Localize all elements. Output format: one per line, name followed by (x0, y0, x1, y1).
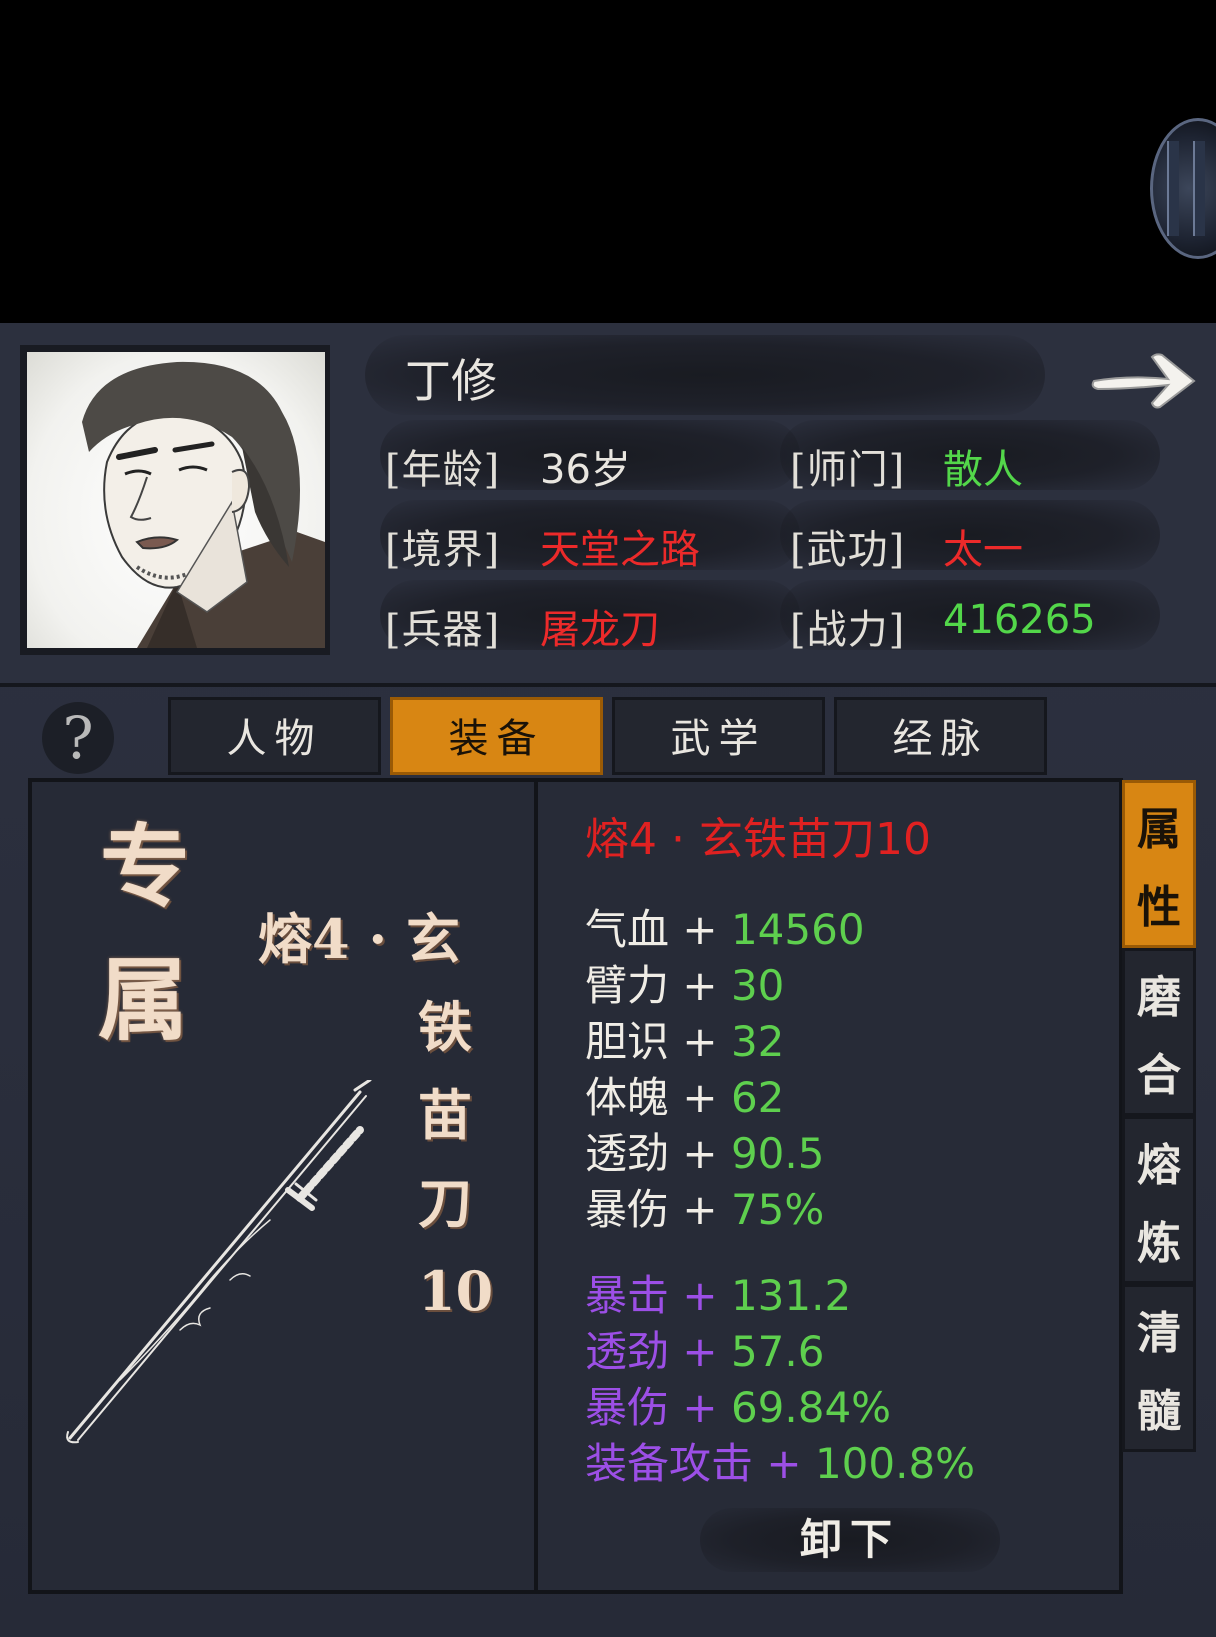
tab-equipment[interactable]: 装备 (390, 697, 603, 775)
side-tab-grinding[interactable]: 磨 合 (1122, 948, 1196, 1116)
tab-character[interactable]: 人物 (168, 697, 381, 775)
item-vertical-name-prefix: 熔4 · 玄 (258, 907, 460, 971)
bonus-stat-row: 暴击 + 131.2 (585, 1262, 851, 1323)
attr-age-label: [年龄] (385, 447, 501, 493)
side-tab-char: 合 (1137, 1050, 1181, 1101)
stat-plus: + (682, 1327, 718, 1376)
stat-name: 暴伤 (585, 1383, 670, 1432)
stat-value: 14560 (730, 905, 865, 954)
side-tab-char: 清 (1137, 1308, 1181, 1359)
base-stat-row: 胆识 + 32 (585, 1008, 784, 1069)
help-icon[interactable]: ? (42, 702, 114, 774)
attr-martial-value: 太一 (943, 527, 1023, 573)
stat-name: 胆识 (585, 1017, 670, 1066)
side-tab-smelting[interactable]: 熔 炼 (1122, 1116, 1196, 1284)
side-tab-char: 磨 (1137, 972, 1181, 1023)
stat-value: 57.6 (730, 1327, 825, 1376)
scroll-item-icon[interactable] (1150, 118, 1216, 259)
stat-plus: + (682, 1073, 718, 1122)
side-tab-char: 属 (1137, 804, 1181, 855)
stat-name: 透劲 (585, 1327, 670, 1376)
scroll-bar-left (1167, 141, 1179, 236)
base-stat-row: 臂力 + 30 (585, 952, 784, 1013)
stat-plus: + (682, 1129, 718, 1178)
stat-name: 暴伤 (585, 1185, 670, 1234)
bonus-stat-row: 装备攻击 + 100.8% (585, 1430, 975, 1491)
attr-weapon-value: 屠龙刀 (540, 607, 660, 653)
stat-value: 100.8% (814, 1439, 976, 1488)
bonus-stat-row: 透劲 + 57.6 (585, 1318, 824, 1379)
attr-weapon-label: [兵器] (385, 607, 501, 653)
stat-value: 69.84% (730, 1383, 892, 1432)
scroll-bar-right (1193, 141, 1205, 236)
arrow-right-icon[interactable] (1090, 345, 1200, 415)
exclusive-char-1: 专 (100, 814, 190, 920)
stat-name: 暴击 (585, 1271, 670, 1320)
item-vertical-name-char: 铁 (418, 995, 472, 1059)
side-tab-char: 性 (1137, 882, 1181, 933)
stat-name: 透劲 (585, 1129, 670, 1178)
attr-martial-label: [武功] (790, 527, 906, 573)
attr-realm-label: [境界] (385, 527, 501, 573)
attr-realm-value: 天堂之路 (540, 527, 700, 573)
stat-name: 臂力 (585, 961, 670, 1010)
stat-plus: + (682, 961, 718, 1010)
unequip-button[interactable]: 卸下 (700, 1508, 1000, 1572)
item-vertical-name-char: 10 (418, 1259, 494, 1323)
stat-plus: + (766, 1439, 802, 1488)
base-stat-row: 透劲 + 90.5 (585, 1120, 824, 1181)
base-stat-row: 气血 + 14560 (585, 896, 865, 957)
stat-name: 体魄 (585, 1073, 670, 1122)
item-vertical-name-char: 苗 (418, 1083, 472, 1147)
attr-power-label: [战力] (790, 607, 906, 653)
character-name: 丁修 (405, 354, 497, 408)
base-stat-row: 体魄 + 62 (585, 1064, 784, 1125)
attr-sect-label: [师门] (790, 447, 906, 493)
stat-plus: + (682, 1185, 718, 1234)
stat-value: 75% (730, 1185, 825, 1234)
avatar (27, 352, 325, 648)
portrait-sketch-icon (82, 361, 325, 648)
exclusive-char-2: 属 (98, 947, 188, 1053)
side-tab-attributes[interactable]: 属 性 (1122, 780, 1196, 948)
tab-meridians[interactable]: 经脉 (834, 697, 1047, 775)
stat-name: 气血 (585, 905, 670, 954)
side-tab-char: 熔 (1137, 1140, 1181, 1191)
stat-value: 32 (730, 1017, 785, 1066)
side-tab-char: 炼 (1137, 1218, 1181, 1269)
stat-plus: + (682, 905, 718, 954)
stat-value: 131.2 (730, 1271, 852, 1320)
item-vertical-name-char: 刀 (418, 1171, 472, 1235)
side-tab-char: 髓 (1137, 1386, 1181, 1437)
attr-age-value: 36岁 (540, 447, 631, 493)
bonus-stat-row: 暴伤 + 69.84% (585, 1374, 891, 1435)
sword-icon (60, 1078, 390, 1450)
attr-sect-value: 散人 (943, 447, 1023, 493)
item-title: 熔4 · 玄铁苗刀10 (585, 814, 931, 865)
stat-value: 90.5 (730, 1129, 825, 1178)
attr-power-value: 416265 (943, 597, 1096, 643)
stat-value: 30 (730, 961, 785, 1010)
tab-martial-arts[interactable]: 武学 (612, 697, 825, 775)
stat-value: 62 (730, 1073, 785, 1122)
stat-plus: + (682, 1271, 718, 1320)
stat-plus: + (682, 1017, 718, 1066)
side-tab-marrow[interactable]: 清 髓 (1122, 1284, 1196, 1452)
stat-name: 装备攻击 (585, 1439, 754, 1488)
base-stat-row: 暴伤 + 75% (585, 1176, 824, 1237)
stat-plus: + (682, 1383, 718, 1432)
